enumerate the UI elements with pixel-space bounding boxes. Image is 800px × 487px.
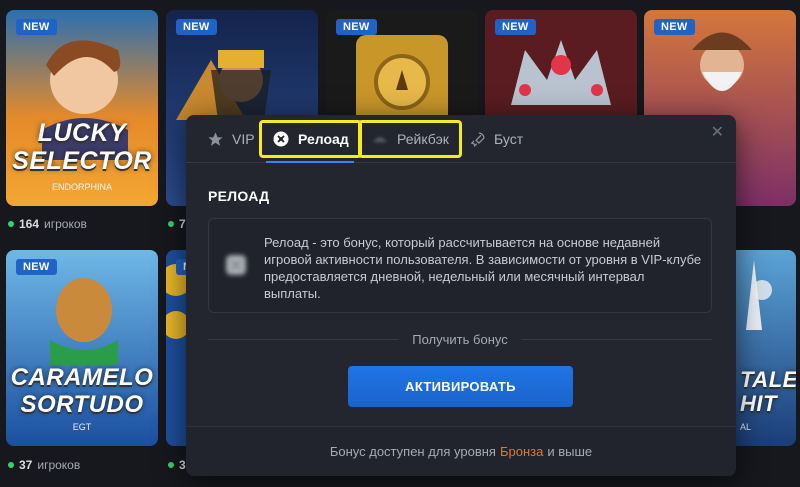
new-badge: NEW bbox=[336, 19, 377, 35]
section-title: РЕЛОАД bbox=[208, 188, 270, 204]
game-provider: ENDORPHINA bbox=[51, 182, 112, 192]
tab-label: Буст bbox=[494, 131, 524, 147]
game-title-line1: CARAMELO bbox=[10, 364, 154, 391]
players-online: 7 bbox=[168, 217, 186, 231]
get-bonus-label: Получить бонус bbox=[412, 331, 508, 347]
game-title-line2: HIT bbox=[740, 391, 777, 416]
footer-prefix: Бонус доступен для уровня bbox=[329, 444, 496, 459]
tab-reload[interactable]: Релоад bbox=[259, 120, 362, 158]
tab-label: VIP bbox=[232, 131, 255, 147]
new-badge: NEW bbox=[16, 259, 57, 275]
star-icon bbox=[206, 130, 224, 148]
game-card-caramelo-sortudo[interactable]: NEW CARAMELO SORTUDO EGT bbox=[6, 250, 158, 446]
game-title-line2: SORTUDO bbox=[20, 391, 144, 418]
new-badge: NEW bbox=[654, 19, 695, 35]
players-label: игроков bbox=[44, 217, 87, 231]
players-count: 3 bbox=[179, 458, 186, 472]
new-badge: NEW bbox=[176, 19, 217, 35]
footer-suffix: и выше bbox=[547, 444, 593, 459]
divider-line bbox=[208, 338, 399, 340]
online-dot-icon bbox=[168, 221, 174, 227]
players-online: 37 игроков bbox=[8, 458, 80, 472]
tab-rakeback[interactable]: Рейкбэк bbox=[358, 120, 462, 158]
tab-vip[interactable]: VIP bbox=[206, 123, 255, 155]
game-title-line1: TALES bbox=[740, 367, 796, 392]
active-tab-indicator bbox=[266, 161, 354, 163]
close-icon[interactable]: ✕ bbox=[711, 125, 724, 141]
bonus-modal: VIP Релоад Рейкбэк Буст ✕ РЕЛОАД Релоад … bbox=[186, 115, 736, 476]
tab-label: Рейкбэк bbox=[397, 131, 449, 147]
players-count: 164 bbox=[19, 217, 40, 231]
new-badge: NEW bbox=[16, 19, 57, 35]
online-dot-icon bbox=[8, 221, 14, 227]
game-title-line1: LUCKY bbox=[37, 119, 127, 147]
players-count: 7 bbox=[179, 217, 186, 231]
tab-boost[interactable]: Буст bbox=[468, 123, 523, 155]
bonus-description: Релоад - это бонус, который рассчитывает… bbox=[264, 235, 702, 301]
divider-line bbox=[521, 338, 712, 340]
reload-badge-icon bbox=[272, 130, 290, 148]
bonus-tabs: VIP Релоад Рейкбэк Буст ✕ bbox=[186, 115, 736, 163]
online-dot-icon bbox=[168, 462, 174, 468]
online-dot-icon bbox=[8, 462, 14, 468]
game-provider: AL bbox=[740, 422, 752, 432]
description-card: Релоад - это бонус, который рассчитывает… bbox=[208, 218, 712, 313]
players-count: 37 bbox=[19, 458, 33, 472]
bonus-availability-footer: Бонус доступен для уровня Бронза и выше bbox=[186, 426, 736, 476]
reload-icon bbox=[226, 255, 246, 275]
new-badge: NEW bbox=[495, 19, 536, 35]
game-card-lucky-selector[interactable]: NEW LUCKY SELECTOR ENDORPHINA bbox=[6, 10, 158, 206]
rocket-icon bbox=[468, 130, 486, 148]
activate-button[interactable]: АКТИВИРОВАТЬ bbox=[348, 366, 573, 407]
tab-label: Релоад bbox=[298, 131, 349, 147]
game-provider: EGT bbox=[72, 422, 92, 432]
game-title-line2: SELECTOR bbox=[12, 147, 152, 175]
game-art bbox=[6, 10, 158, 206]
players-online: 164 игроков bbox=[8, 217, 87, 231]
players-label: игроков bbox=[37, 458, 81, 472]
players-online: 3 bbox=[168, 458, 186, 472]
rakeback-icon bbox=[371, 130, 389, 148]
level-link[interactable]: Бронза bbox=[500, 444, 543, 459]
get-bonus-divider: Получить бонус bbox=[208, 331, 712, 347]
